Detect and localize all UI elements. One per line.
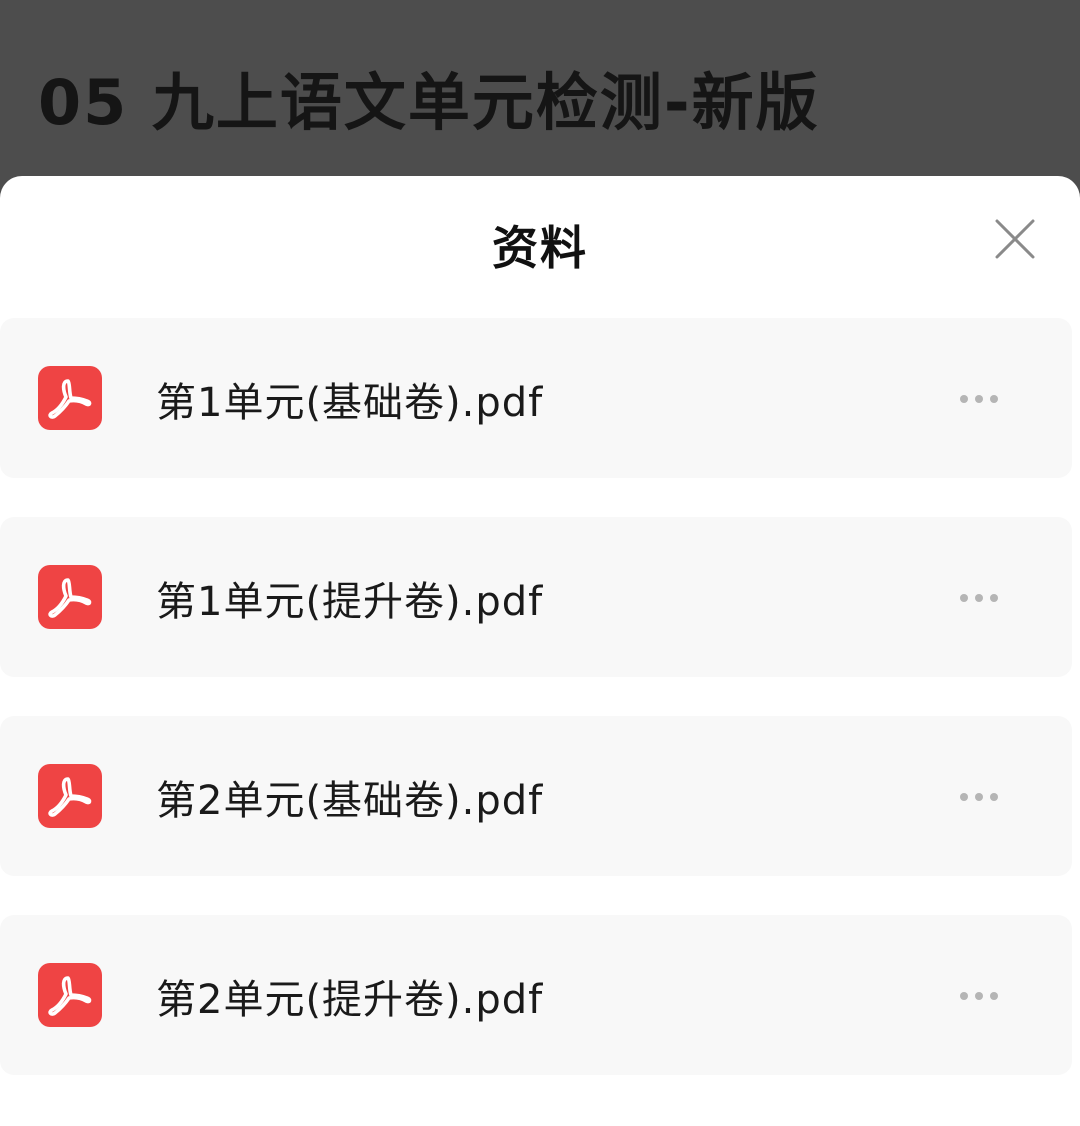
close-icon xyxy=(995,219,1035,259)
pdf-icon xyxy=(38,366,102,430)
pdf-icon xyxy=(38,565,102,629)
page-header: 05 九上语文单元检测-新版 xyxy=(0,0,1080,178)
materials-sheet: 资料 第1单元(基础卷).pdf 第1单元(提升卷).pdf 第2单元(基础卷)… xyxy=(0,176,1080,1126)
file-list: 第1单元(基础卷).pdf 第1单元(提升卷).pdf 第2单元(基础卷).pd… xyxy=(0,318,1080,1114)
file-name: 第2单元(提升卷).pdf xyxy=(156,977,544,1023)
more-button[interactable] xyxy=(950,579,1010,615)
sheet-title: 资料 xyxy=(492,221,588,275)
file-name: 第1单元(提升卷).pdf xyxy=(156,579,544,625)
file-item[interactable]: 第2单元(基础卷).pdf xyxy=(0,716,1072,876)
close-button[interactable] xyxy=(990,214,1040,264)
pdf-icon xyxy=(38,963,102,1027)
file-name: 第2单元(基础卷).pdf xyxy=(156,778,544,824)
more-button[interactable] xyxy=(950,380,1010,416)
pdf-icon xyxy=(38,764,102,828)
more-button[interactable] xyxy=(950,977,1010,1013)
file-item[interactable]: 第1单元(提升卷).pdf xyxy=(0,517,1072,677)
file-name: 第1单元(基础卷).pdf xyxy=(156,380,544,426)
file-item[interactable]: 第1单元(基础卷).pdf xyxy=(0,318,1072,478)
page-title: 05 九上语文单元检测-新版 xyxy=(38,66,820,139)
more-button[interactable] xyxy=(950,778,1010,814)
file-item[interactable]: 第2单元(提升卷).pdf xyxy=(0,915,1072,1075)
